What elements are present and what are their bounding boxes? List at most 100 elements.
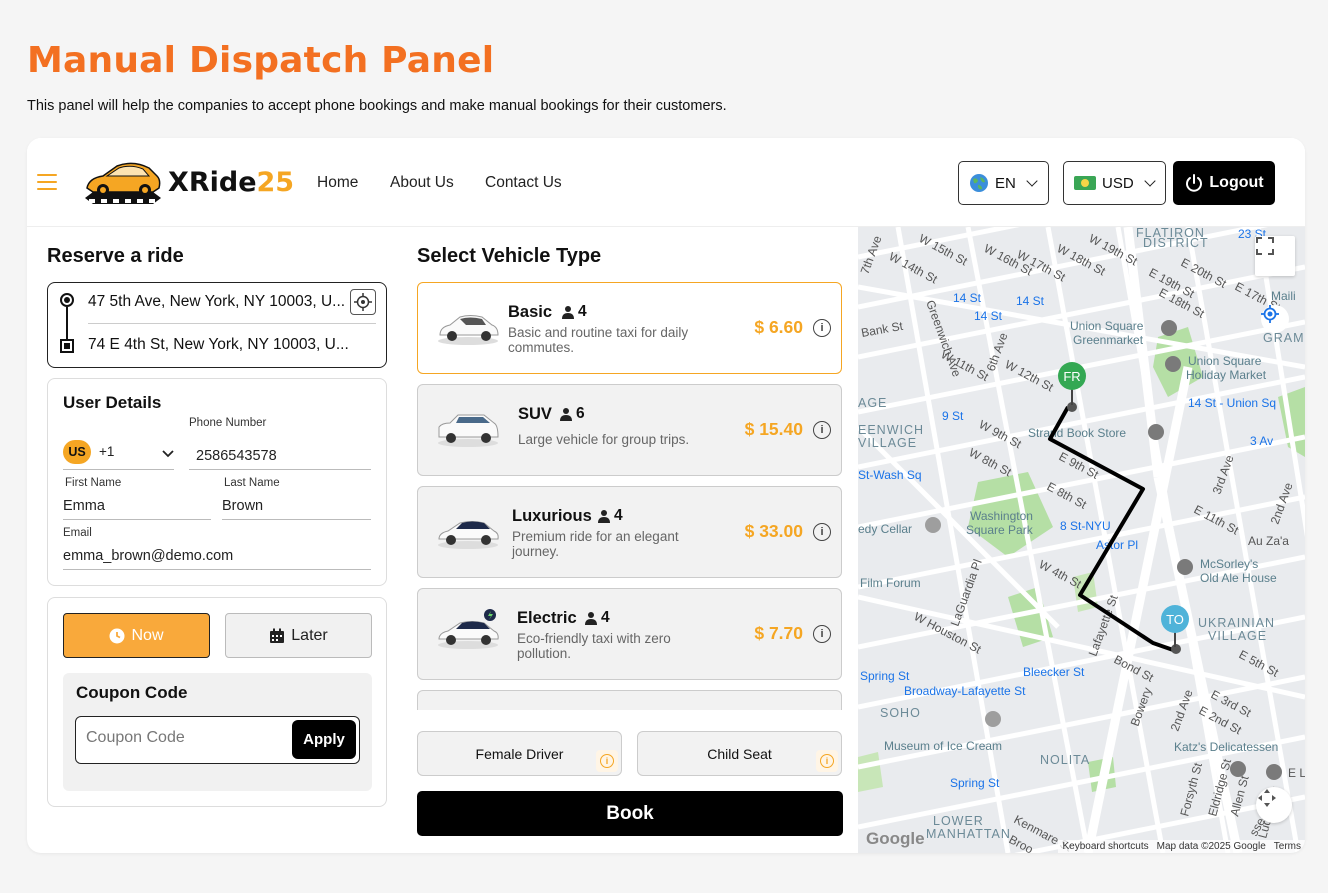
power-icon [1186,174,1203,192]
country-flag-badge: US [63,440,91,464]
info-icon[interactable]: i [596,750,618,772]
vehicle-name: Luxurious [512,507,592,525]
map-data-attribution: Map data ©2025 Google [1156,841,1266,852]
map-label: SOHO [880,706,921,720]
later-button[interactable]: Later [225,613,372,658]
money-icon [1074,176,1096,190]
dropoff-address-input[interactable]: 74 E 4th St, New York, NY 10003, U... [88,336,349,354]
terms-link[interactable]: Terms [1274,841,1301,852]
apply-coupon-button[interactable]: Apply [292,720,356,759]
seat-count: 4 [598,507,623,525]
vehicle-option-more[interactable] [417,690,842,710]
page-title: Manual Dispatch Panel [27,40,495,81]
vehicle-option-luxurious[interactable]: Luxurious 4 Premium ride for an elegant … [417,486,842,578]
camera-control-button[interactable] [1256,787,1292,823]
now-button[interactable]: Now [63,613,210,658]
crosshair-icon [354,293,372,311]
info-icon[interactable]: i [816,750,838,772]
map-label: AGE [858,396,887,410]
address-box: 47 5th Ave, New York, NY 10003, U... 74 … [47,282,387,368]
info-icon[interactable]: i [813,523,831,541]
later-label: Later [291,626,328,644]
currency-label: USD [1102,174,1134,192]
last-name-label: Last Name [224,477,280,489]
underline [189,469,371,470]
map-label: McSorley's [1200,557,1258,571]
person-icon [585,611,597,625]
pickup-address-input[interactable]: 47 5th Ave, New York, NY 10003, U... [88,293,345,311]
map-label: 14 St [1016,294,1045,308]
now-label: Now [131,626,164,644]
info-icon[interactable]: i [813,319,831,337]
coupon-input[interactable] [86,729,276,747]
nav-home[interactable]: Home [317,174,358,192]
dispatch-panel-card: XRide25 Home About Us Contact Us EN USD [27,138,1305,853]
vehicle-list[interactable]: Basic 4 Basic and routine taxi for daily… [417,282,842,710]
map-label: Strand Book Store [1028,426,1126,440]
fullscreen-button[interactable] [1255,236,1295,276]
car-icon [438,315,499,345]
last-name-input[interactable]: Brown [222,498,263,514]
map-label: Greenmarket [1073,333,1144,347]
hamburger-menu-icon[interactable] [37,174,57,190]
map-label: Square Park [966,523,1034,537]
route-map[interactable]: FLATIRON DISTRICT 23 St W 19th St W 18th… [858,227,1305,853]
keyboard-shortcuts-link[interactable]: Keyboard shortcuts [1062,841,1148,852]
vehicle-price: $ 33.00 [744,521,803,541]
museum-poi-icon [985,711,1001,727]
language-select[interactable]: EN [958,161,1049,205]
current-location-button[interactable] [350,289,376,315]
map-label: Spring St [860,669,910,683]
clock-icon [109,628,125,643]
child-seat-option[interactable]: Child Seat i [637,731,842,776]
route-line [66,307,68,339]
first-name-input[interactable]: Emma [63,498,105,514]
map-label: Union Square [1070,319,1144,333]
dial-code[interactable]: +1 [99,444,114,459]
seat-count: 4 [562,303,587,321]
vehicle-name: Basic [508,303,553,321]
nav-about-us[interactable]: About Us [390,174,454,192]
divider [88,323,376,324]
vehicle-price: $ 15.40 [744,419,803,439]
vehicle-option-basic[interactable]: Basic 4 Basic and routine taxi for daily… [417,282,842,374]
map-label: E L [1288,766,1305,780]
chevron-down-icon [1026,175,1038,187]
underline [222,519,371,520]
vehicle-name: SUV [518,405,552,423]
shopping-poi-icon [1161,320,1177,336]
calendar-icon [270,628,285,643]
map-label: Film Forum [860,576,921,590]
first-name-label: First Name [65,477,122,489]
female-driver-option[interactable]: Female Driver i [417,731,622,776]
map-label: Spring St [950,776,1000,790]
currency-select[interactable]: USD [1063,161,1166,205]
person-icon [598,509,610,523]
globe-icon [970,174,988,192]
phone-input[interactable]: 2586543578 [196,448,277,464]
chevron-down-icon[interactable] [161,449,175,459]
info-icon[interactable]: i [813,625,831,643]
info-icon[interactable]: i [813,421,831,439]
locate-me-button[interactable] [1261,305,1289,333]
vehicle-option-suv[interactable]: SUV 6 Large vehicle for group trips. $ 1… [417,384,842,476]
vehicle-description: Large vehicle for group trips. [518,432,690,447]
user-details-section: User Details US +1 Phone Number 25865435… [47,378,387,586]
nav-contact-us[interactable]: Contact Us [485,174,562,192]
email-input[interactable]: emma_brown@demo.com [63,548,233,564]
coupon-field: Apply [75,716,360,764]
map-label: Katz's Delicatessen [1174,740,1278,754]
chevron-down-icon [1144,175,1156,187]
vehicle-option-electric[interactable]: Electric 4 Eco-friendly taxi with zero p… [417,588,842,680]
club-poi-icon [925,517,941,533]
map-label: Au Za'a [1248,534,1289,548]
electric-car-icon [438,609,499,649]
restaurant-poi-icon [1230,761,1246,777]
brand-name[interactable]: XRide25 [168,167,294,198]
logout-button[interactable]: Logout [1173,161,1275,205]
car-logo-icon [85,162,161,204]
person-icon [562,305,574,319]
person-icon [560,407,572,421]
bar-poi-icon [1177,559,1193,575]
book-button[interactable]: Book [417,791,843,836]
